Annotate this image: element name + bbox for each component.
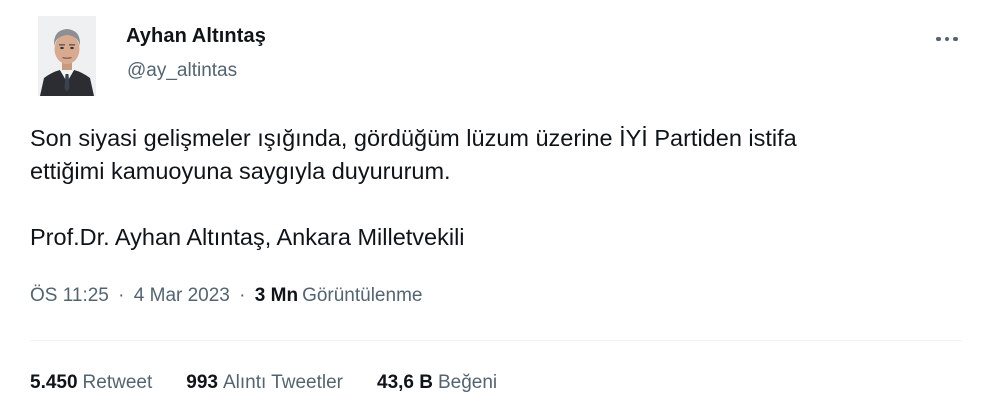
likes-stat[interactable]: 43,6 B Beğeni: [377, 372, 497, 394]
tweet-date[interactable]: 4 Mar 2023: [134, 285, 230, 306]
views-count: 3 Mn: [254, 285, 299, 306]
meta-separator: ·: [239, 285, 246, 306]
likes-count: 43,6 B: [377, 372, 433, 393]
quotes-count: 993: [186, 372, 218, 393]
retweets-label: Retweet: [82, 372, 153, 393]
likes-label: Beğeni: [437, 372, 498, 393]
tweet-stats: 5.450 Retweet 993 Alıntı Tweetler 43,6 B Be…: [30, 372, 531, 394]
meta-separator: ·: [118, 285, 125, 306]
profile-photo-icon: [38, 16, 96, 96]
more-options-button[interactable]: [930, 24, 964, 54]
divider: [30, 340, 962, 341]
author-handle[interactable]: @ay_altintas: [127, 60, 237, 82]
tweet-card: Ayhan Altıntaş @ay_altintas Son siyasi g…: [0, 0, 985, 414]
retweets-stat[interactable]: 5.450 Retweet: [30, 372, 152, 394]
tweet-meta: ÖS 11:25 · 4 Mar 2023 · 3 Mn Görüntülenme: [30, 285, 422, 307]
quotes-label: Alıntı Tweetler: [222, 372, 343, 393]
author-name[interactable]: Ayhan Altıntaş: [126, 25, 266, 48]
views-label: Görüntülenme: [302, 285, 423, 306]
tweet-signature: Prof.Dr. Ayhan Altıntaş, Ankara Milletve…: [30, 224, 465, 250]
more-horizontal-icon: [934, 36, 960, 42]
retweets-count: 5.450: [30, 372, 78, 393]
tweet-text: Son siyasi gelişmeler ışığında, gördüğüm…: [30, 122, 975, 254]
tweet-text-line: ettiğimi kamuoyuna saygıyla duyururum.: [30, 158, 451, 184]
quotes-stat[interactable]: 993 Alıntı Tweetler: [186, 372, 343, 394]
tweet-time[interactable]: ÖS 11:25: [30, 285, 109, 306]
tweet-text-line: Son siyasi gelişmeler ışığında, gördüğüm…: [30, 125, 797, 151]
avatar[interactable]: [38, 16, 96, 96]
